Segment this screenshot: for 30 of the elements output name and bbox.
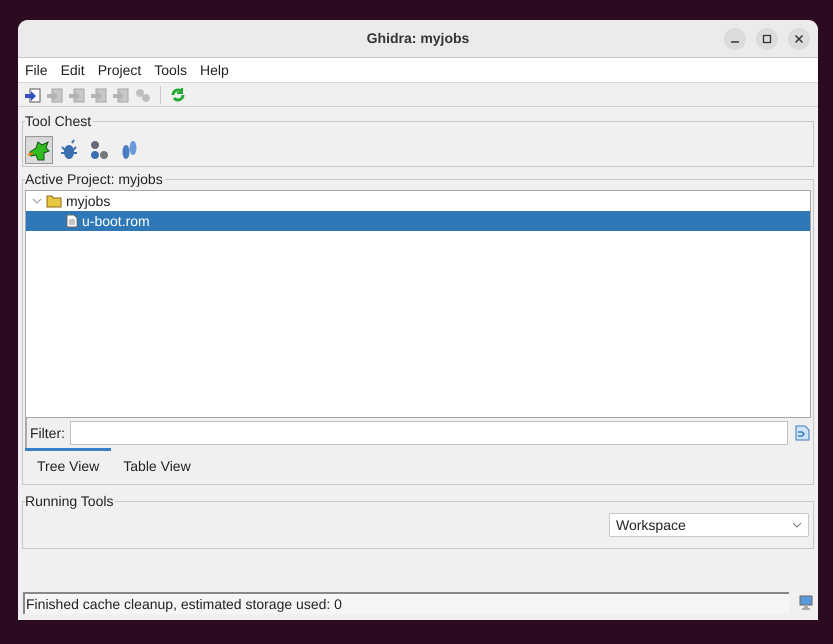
minimize-button[interactable] xyxy=(724,28,746,50)
maximize-icon xyxy=(762,34,772,44)
expand-icon[interactable] xyxy=(32,196,42,206)
window-title: Ghidra: myjobs xyxy=(366,29,470,48)
close-button[interactable] xyxy=(788,28,810,50)
monitor-icon xyxy=(799,595,813,611)
filter-label: Filter: xyxy=(30,424,65,442)
status-text: Finished cache cleanup, estimated storage used: 0 xyxy=(26,594,342,614)
menu-item[interactable]: Help xyxy=(200,60,229,80)
tree-item[interactable]: u-boot.rom xyxy=(26,211,810,231)
filter-field[interactable] xyxy=(70,421,788,445)
menu-item[interactable]: File xyxy=(25,60,48,80)
tool-button[interactable] xyxy=(25,136,53,164)
file-icon xyxy=(66,214,78,228)
filter-options-icon[interactable] xyxy=(793,424,811,442)
view-tab[interactable]: Tree View xyxy=(25,448,112,482)
document-arrow-icon[interactable] xyxy=(24,86,42,104)
menu-item[interactable]: Project xyxy=(98,60,142,80)
refresh-icon[interactable] xyxy=(169,86,187,104)
menu-item[interactable]: Tools xyxy=(154,60,187,80)
chevron-down-icon xyxy=(792,522,802,528)
view-tab[interactable]: Table View xyxy=(111,448,203,482)
menu-item[interactable]: Edit xyxy=(60,60,85,80)
folder-icon xyxy=(46,194,62,208)
workspace-dropdown[interactable]: Workspace xyxy=(609,513,809,537)
maximize-button[interactable] xyxy=(756,28,778,50)
tree-item[interactable]: myjobs xyxy=(26,191,810,211)
minimize-icon xyxy=(730,40,740,42)
bug-icon xyxy=(58,139,80,161)
close-icon xyxy=(794,34,804,44)
